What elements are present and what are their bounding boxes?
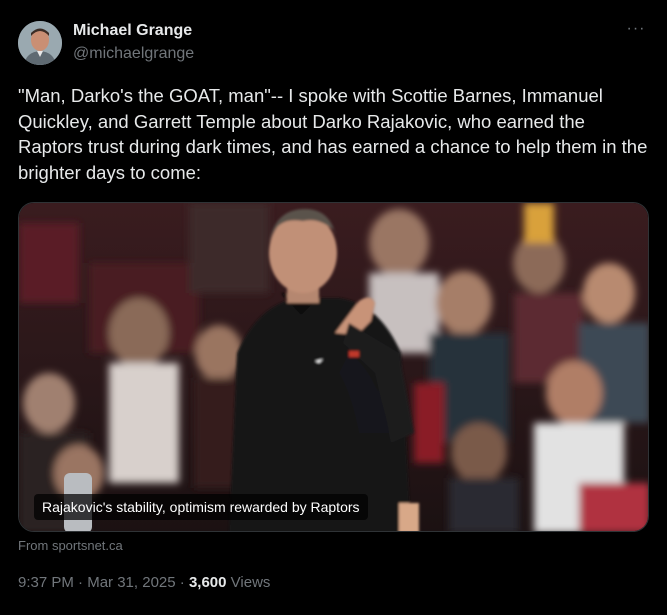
link-card-image: [19, 203, 648, 531]
profile-photo-icon: [18, 21, 62, 65]
author-name[interactable]: Michael Grange: [73, 22, 192, 40]
ellipsis-icon[interactable]: ···: [625, 21, 647, 40]
meta-separator: ·: [179, 574, 185, 591]
link-card-title: Rajakovic's stability, optimism rewarded…: [34, 494, 368, 520]
tweet-text: "Man, Darko's the GOAT, man"-- I spoke w…: [18, 85, 648, 183]
link-source[interactable]: From sportsnet.ca: [18, 538, 123, 553]
tweet: Michael Grange @michaelgrange ··· "Man, …: [0, 0, 667, 615]
avatar[interactable]: [18, 21, 62, 65]
views-label: Views: [230, 574, 271, 591]
views-count: 3,600: [188, 574, 227, 591]
tweet-meta: 9:37 PM · Mar 31, 2025 · 3,600 Views: [18, 574, 270, 591]
author-handle[interactable]: @michaelgrange: [73, 45, 194, 63]
tweet-time[interactable]: 9:37 PM: [18, 574, 74, 591]
tweet-date[interactable]: Mar 31, 2025: [87, 574, 175, 591]
meta-separator: ·: [78, 574, 84, 591]
link-card[interactable]: Rajakovic's stability, optimism rewarded…: [18, 202, 649, 532]
